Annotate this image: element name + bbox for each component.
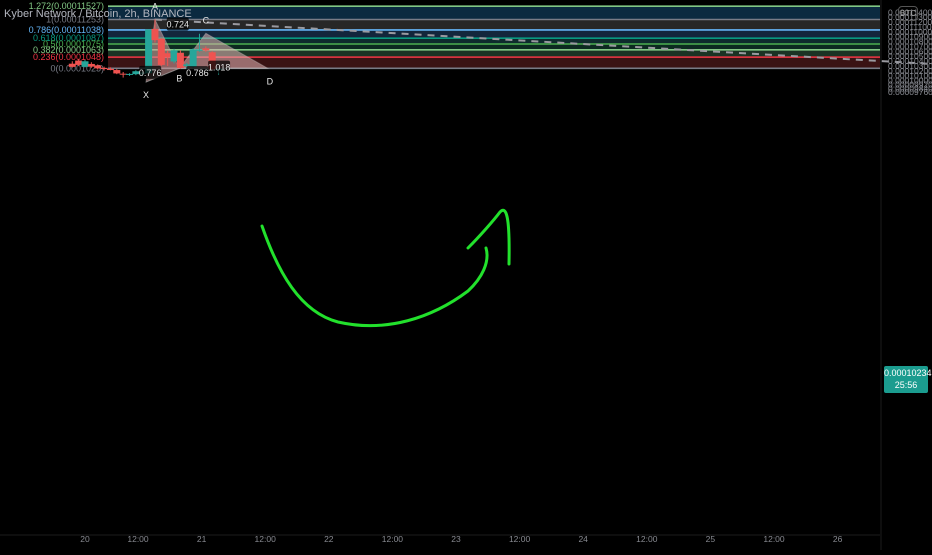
x-axis-tick: 12:00 <box>636 534 658 544</box>
candle-body <box>202 48 210 51</box>
x-axis-tick: 12:00 <box>255 534 277 544</box>
candle-body <box>94 65 102 69</box>
x-axis-tick: 12:00 <box>509 534 531 544</box>
x-axis-tick: 12:00 <box>127 534 149 544</box>
candle-body <box>189 49 197 67</box>
fib-level-label: 0.236(0.0001048) <box>33 52 104 62</box>
x-axis-tick: 24 <box>578 534 588 544</box>
fib-zone <box>108 6 880 20</box>
candle-body <box>100 67 108 70</box>
ratio-label: 0.724 <box>166 19 189 29</box>
x-axis-tick: 21 <box>197 534 207 544</box>
x-axis-tick: 25 <box>706 534 716 544</box>
candle-body <box>151 28 159 41</box>
last-price: 0.00010234 <box>884 368 932 378</box>
candle-body <box>106 68 114 71</box>
ratio-label: 1.018 <box>208 63 231 73</box>
pattern-point-label: D <box>267 76 274 86</box>
x-axis-tick: 20 <box>80 534 90 544</box>
candle-body <box>75 60 83 65</box>
ratio-label: 0.786 <box>186 68 209 78</box>
chart-title: Kyber Network / Bitcoin, 2h, BINANCE <box>4 8 192 20</box>
currency-badge[interactable]: BTC <box>898 6 918 21</box>
chart-area[interactable]: 1.272(0.00011527) 1(0.00011253) 0.786(0.00… <box>0 0 932 550</box>
bar-countdown: 25:56 <box>894 380 918 390</box>
candle-body <box>164 53 172 58</box>
y-axis-tick: 0.00009760 <box>888 87 932 97</box>
candle-body <box>195 49 203 51</box>
last-price-tag: 0.00010234 25:56 <box>884 366 932 393</box>
candle-body <box>81 61 89 67</box>
candle-body <box>126 73 134 75</box>
x-axis-tick: 12:00 <box>382 534 404 544</box>
candle-body <box>113 70 121 74</box>
fib-zone <box>108 19 880 30</box>
ratio-label: 0.776 <box>139 68 162 78</box>
price-chart[interactable]: 1.272(0.00011527)1(0.00011253)0.786(0.00… <box>0 0 932 550</box>
candle-body <box>87 63 95 67</box>
candle-body <box>170 50 178 62</box>
candle-body <box>183 64 191 66</box>
x-axis-tick: 22 <box>324 534 334 544</box>
candle-body <box>157 38 165 65</box>
candle-body <box>119 73 127 75</box>
pattern-point-label: B <box>176 73 182 83</box>
candle-body <box>176 52 184 69</box>
pattern-point-label: C <box>203 15 210 25</box>
candle-body <box>68 63 76 67</box>
fib-zone <box>108 29 880 39</box>
x-axis-tick: 12:00 <box>763 534 785 544</box>
x-axis-tick: 26 <box>833 534 843 544</box>
pattern-point-label: X <box>143 90 149 100</box>
x-axis-tick: 23 <box>451 534 461 544</box>
